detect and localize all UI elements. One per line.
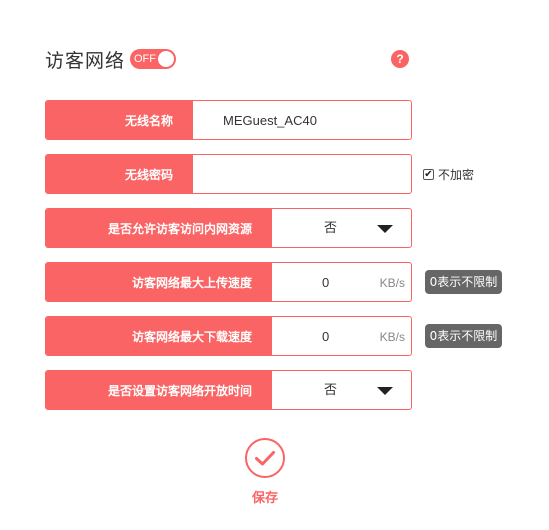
max-download-value: 0 [322,329,330,344]
max-download-row: 访客网络最大下载速度 0 KB/s [45,316,412,356]
check-icon [255,451,275,466]
max-upload-input[interactable]: 0 KB/s [272,263,411,301]
max-upload-label: 访客网络最大上传速度 [46,263,272,301]
chevron-down-icon [377,225,393,233]
schedule-row: 是否设置访客网络开放时间 否 [45,370,412,410]
max-upload-value: 0 [322,275,330,290]
ssid-input[interactable]: MEGuest_AC40 [193,101,411,139]
upload-hint-badge: 0表示不限制 [425,270,502,294]
no-encrypt-checkbox[interactable]: ✔ 不加密 [423,166,474,183]
schedule-label: 是否设置访客网络开放时间 [46,371,272,409]
password-input[interactable] [193,155,411,193]
toggle-label: OFF [134,53,156,65]
password-row: 无线密码 [45,154,412,194]
help-icon[interactable]: ? [391,50,409,68]
page-title: 访客网络 [45,50,126,72]
no-encrypt-label: 不加密 [438,168,475,182]
toggle-knob [158,51,174,67]
chevron-down-icon [377,387,393,395]
ssid-row: 无线名称 MEGuest_AC40 [45,100,412,140]
max-download-input[interactable]: 0 KB/s [272,317,411,355]
guest-network-toggle[interactable]: OFF [130,49,176,69]
save-button[interactable] [245,438,285,478]
intranet-access-select[interactable]: 否 [272,209,411,247]
max-upload-row: 访客网络最大上传速度 0 KB/s [45,262,412,302]
intranet-access-label: 是否允许访客访问内网资源 [46,209,272,247]
ssid-label: 无线名称 [46,101,193,139]
checkbox-check-icon: ✔ [423,169,434,180]
download-hint-badge: 0表示不限制 [425,324,502,348]
max-download-label: 访客网络最大下载速度 [46,317,272,355]
save-label[interactable]: 保存 [245,487,285,506]
schedule-select[interactable]: 否 [272,371,411,409]
intranet-access-row: 是否允许访客访问内网资源 否 [45,208,412,248]
intranet-access-value: 否 [324,221,338,236]
schedule-value: 否 [324,383,338,398]
max-upload-unit: KB/s [379,276,405,290]
password-label: 无线密码 [46,155,193,193]
max-download-unit: KB/s [379,330,405,344]
